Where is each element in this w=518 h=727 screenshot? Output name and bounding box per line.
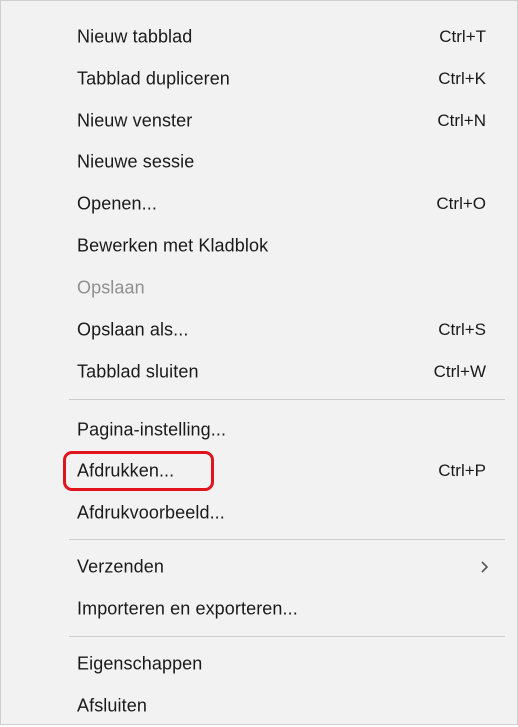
- menu-item-label: Eigenschappen: [77, 653, 203, 674]
- menu-item-label: Importeren en exporteren...: [77, 598, 298, 619]
- menu-item-label: Nieuwe sessie: [77, 151, 195, 172]
- menu-item-label: Nieuw tabblad: [77, 26, 193, 47]
- menu-item-send[interactable]: Verzenden: [1, 546, 518, 588]
- menu-item-label: Afdrukken...: [77, 460, 175, 481]
- menu-item-page-setup[interactable]: Pagina-instelling...: [1, 409, 518, 451]
- menu-item-shortcut: Ctrl+O: [436, 194, 486, 213]
- menu-item-print-preview[interactable]: Afdrukvoorbeeld...: [1, 492, 518, 534]
- menu-item-duplicate-tab[interactable]: Tabblad dupliceren Ctrl+K: [1, 58, 518, 100]
- menu-item-label: Afsluiten: [77, 695, 147, 716]
- menu-separator: [69, 399, 505, 400]
- chevron-right-icon: [481, 561, 489, 573]
- menu-item-new-tab[interactable]: Nieuw tabblad Ctrl+T: [1, 16, 518, 58]
- menu-separator: [69, 636, 505, 637]
- menu-item-shortcut: Ctrl+N: [437, 111, 486, 130]
- menu-item-label: Bewerken met Kladblok: [77, 235, 269, 256]
- menu-item-close-tab[interactable]: Tabblad sluiten Ctrl+W: [1, 351, 518, 393]
- menu-item-shortcut: Ctrl+T: [439, 27, 486, 46]
- menu-item-open[interactable]: Openen... Ctrl+O: [1, 183, 518, 225]
- file-context-menu: Nieuw tabblad Ctrl+T Tabblad dupliceren …: [0, 0, 518, 725]
- menu-item-shortcut: Ctrl+K: [438, 69, 486, 88]
- menu-item-import-export[interactable]: Importeren en exporteren...: [1, 588, 518, 630]
- menu-item-label: Verzenden: [77, 556, 164, 577]
- menu-item-label: Pagina-instelling...: [77, 419, 227, 440]
- menu-item-edit-with-notepad[interactable]: Bewerken met Kladblok: [1, 225, 518, 267]
- menu-item-label: Opslaan: [77, 277, 145, 298]
- menu-item-label: Opslaan als...: [77, 319, 189, 340]
- menu-item-label: Openen...: [77, 193, 157, 214]
- menu-item-exit[interactable]: Afsluiten: [1, 685, 518, 727]
- menu-item-label: Nieuw venster: [77, 110, 193, 131]
- menu-item-shortcut: Ctrl+P: [438, 461, 486, 480]
- menu-item-label: Afdrukvoorbeeld...: [77, 502, 225, 523]
- menu-item-print[interactable]: Afdrukken... Ctrl+P: [1, 450, 518, 492]
- menu-item-new-session[interactable]: Nieuwe sessie: [1, 141, 518, 183]
- menu-item-save-as[interactable]: Opslaan als... Ctrl+S: [1, 309, 518, 351]
- menu-item-properties[interactable]: Eigenschappen: [1, 643, 518, 685]
- menu-item-label: Tabblad sluiten: [77, 361, 199, 382]
- menu-item-label: Tabblad dupliceren: [77, 68, 230, 89]
- menu-separator: [69, 539, 505, 540]
- menu-item-shortcut: Ctrl+W: [433, 362, 486, 381]
- menu-item-new-window[interactable]: Nieuw venster Ctrl+N: [1, 100, 518, 142]
- menu-item-shortcut: Ctrl+S: [438, 320, 486, 339]
- menu-item-save: Opslaan: [1, 267, 518, 309]
